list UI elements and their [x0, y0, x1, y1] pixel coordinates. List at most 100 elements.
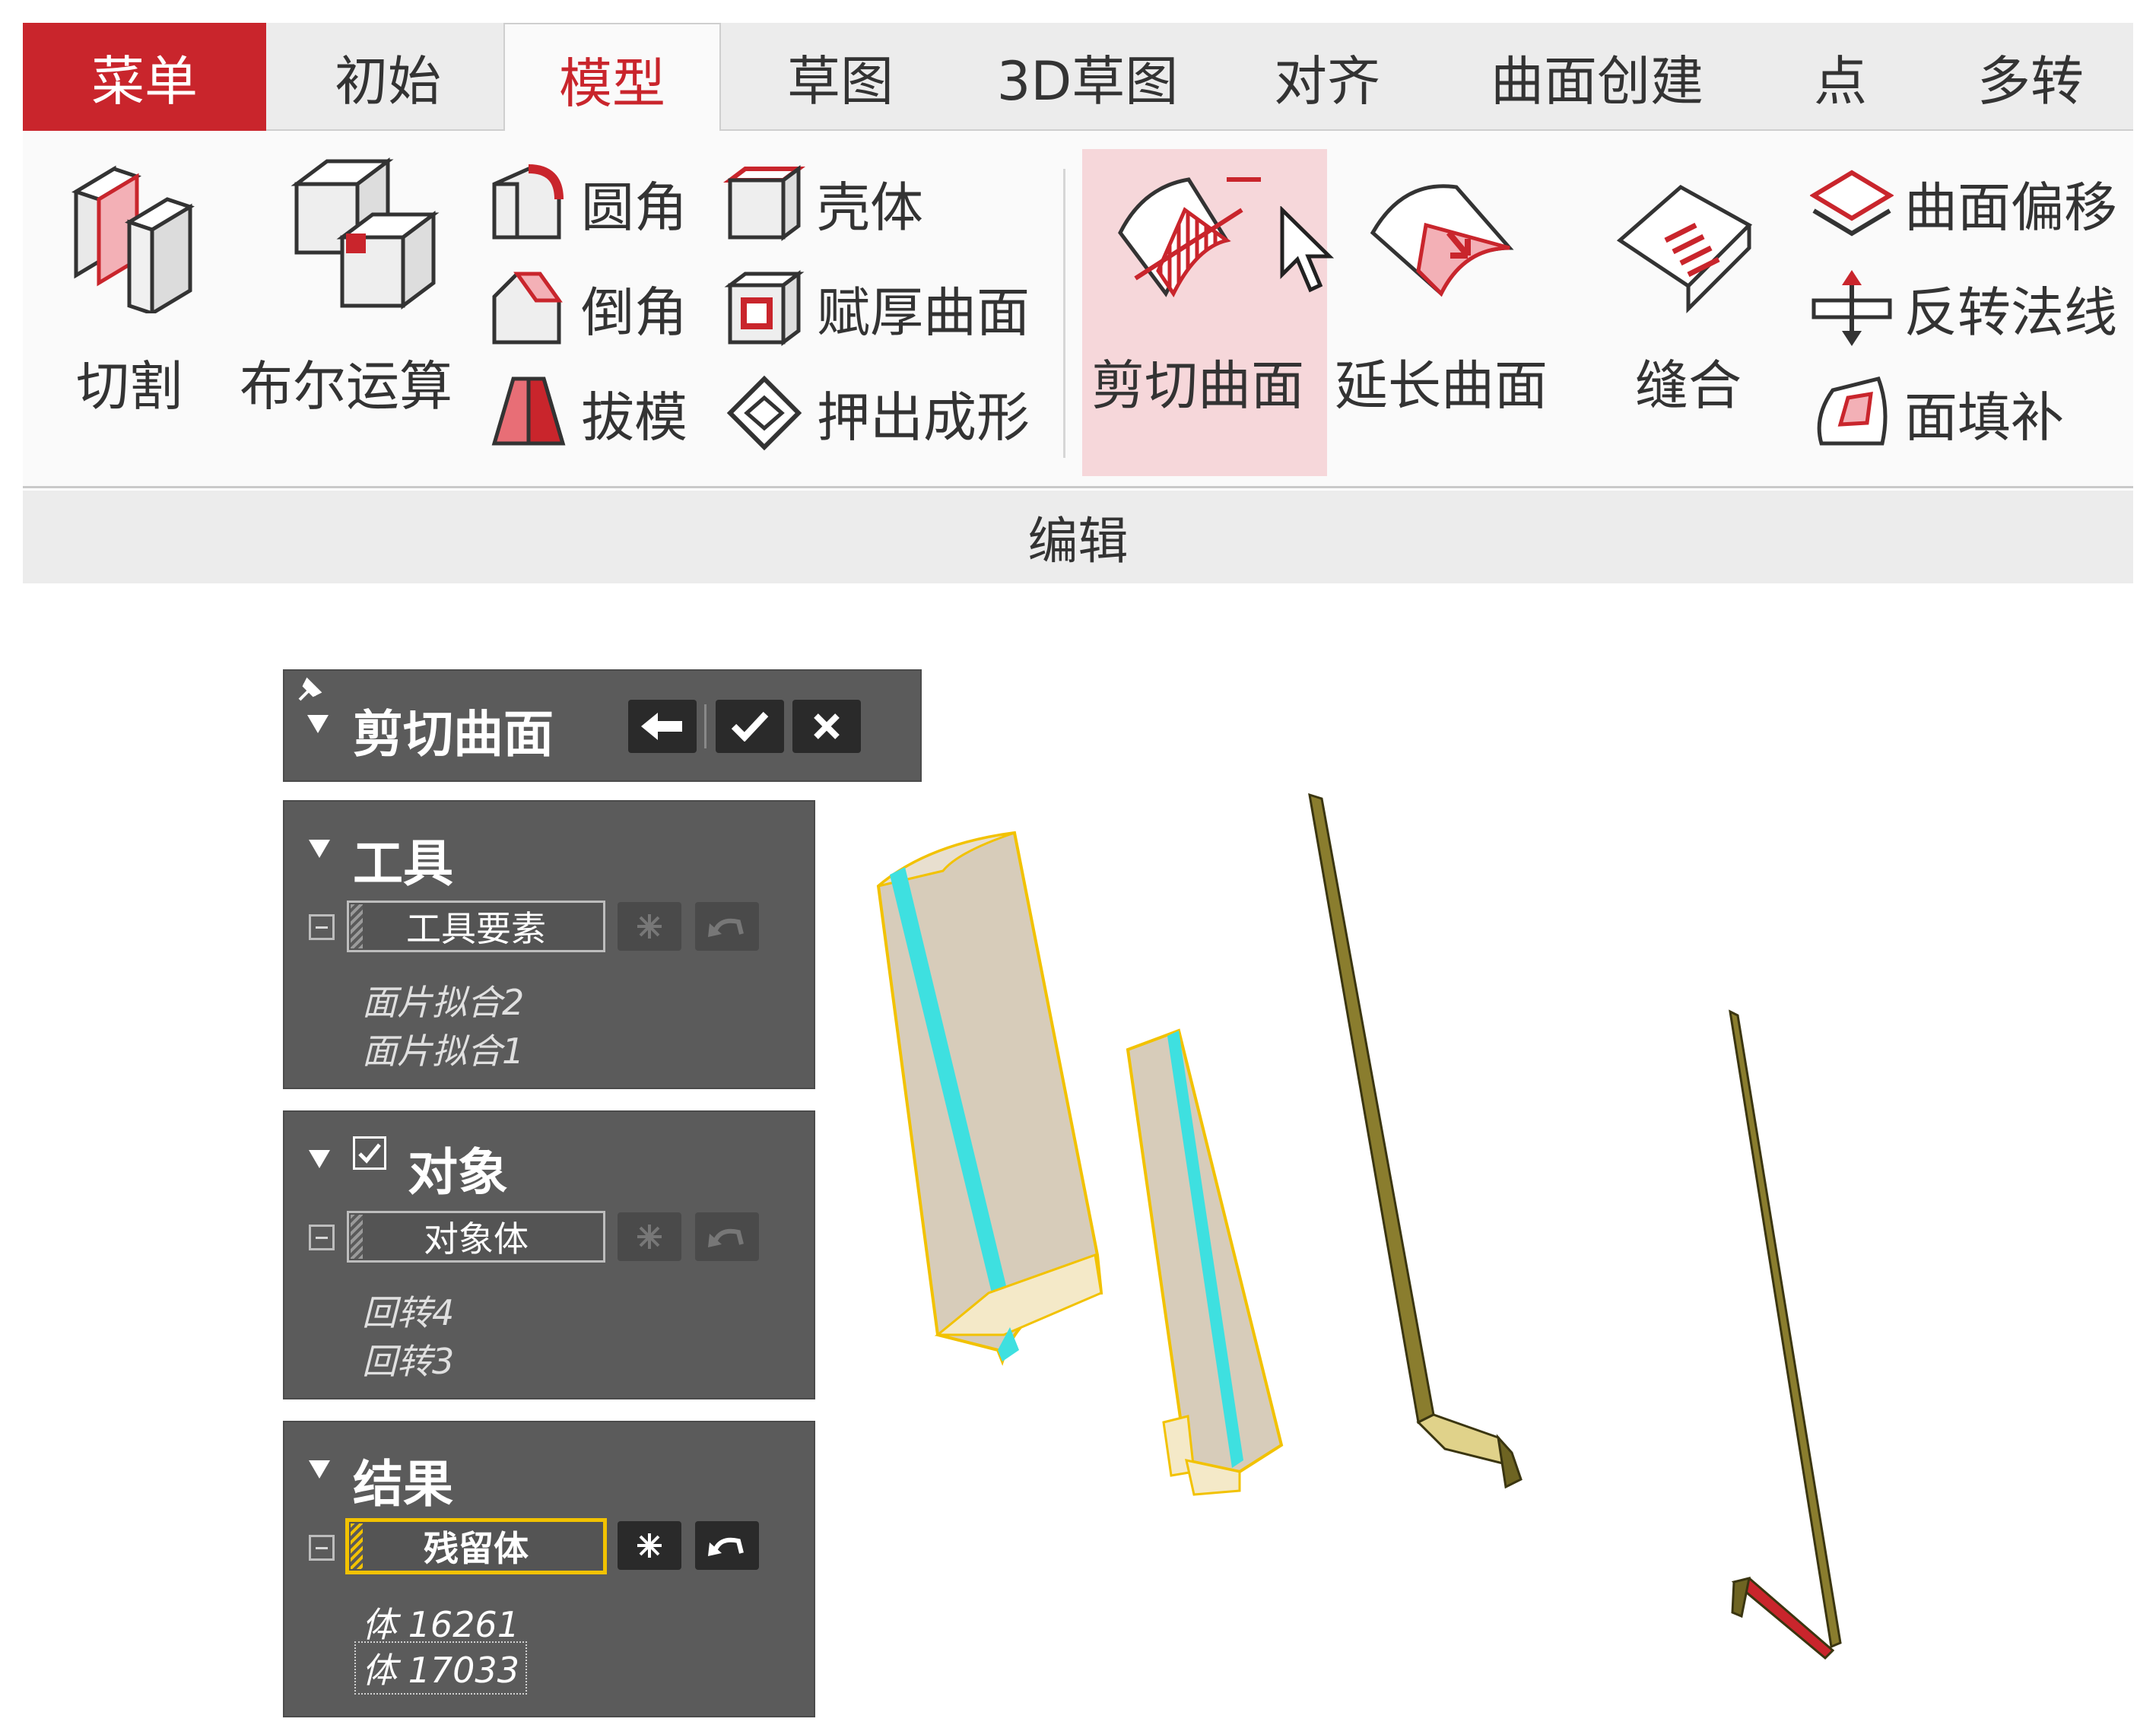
object-explode-button[interactable]	[618, 1212, 681, 1261]
tab-surface-create[interactable]: 曲面创建	[1453, 23, 1742, 131]
remaining-body-2[interactable]	[1126, 1028, 1284, 1496]
trim-surface-button[interactable]: 剪切曲面	[1082, 149, 1335, 476]
cut-button[interactable]: 切割	[46, 154, 221, 458]
result-section: 结果 残留体 体 16261 体 17033	[283, 1421, 815, 1717]
shell-label: 壳体	[817, 176, 923, 239]
tab-point[interactable]: 点	[1749, 23, 1932, 131]
confirm-button[interactable]	[716, 700, 784, 753]
object-list-collapse-icon[interactable]	[309, 1225, 335, 1250]
object-section-checkbox[interactable]	[353, 1136, 386, 1170]
fill-face-button[interactable]: 面填补	[1810, 371, 2064, 455]
shell-button[interactable]: 壳体	[722, 161, 923, 245]
collapse-dialog-icon[interactable]	[307, 715, 329, 733]
extrude-form-label: 押出成形	[817, 386, 1030, 449]
tab-menu[interactable]: 菜单	[23, 23, 266, 131]
chamfer-icon	[492, 272, 563, 345]
tab-sketch[interactable]: 草图	[730, 23, 951, 131]
pin-icon[interactable]	[292, 677, 322, 707]
result-explode-button[interactable]	[618, 1521, 681, 1570]
extend-surface-button[interactable]: 延长曲面	[1335, 149, 1563, 476]
tab-model[interactable]: 模型	[503, 23, 721, 134]
result-undo-button[interactable]	[695, 1521, 759, 1570]
list-item-selected[interactable]: 体 17033	[354, 1641, 527, 1695]
back-button[interactable]	[628, 700, 697, 753]
result-section-title: 结果	[353, 1455, 453, 1514]
list-item[interactable]: 面片拟合2	[362, 975, 524, 1025]
tool-list-collapse-icon[interactable]	[309, 914, 335, 940]
cancel-button[interactable]	[792, 700, 861, 753]
tab-align[interactable]: 对齐	[1224, 23, 1430, 131]
boolean-button[interactable]: 布尔运算	[236, 154, 479, 458]
thicken-surface-button[interactable]: 赋厚曲面	[722, 266, 1030, 350]
remaining-body-field[interactable]: 残留体	[345, 1518, 607, 1574]
tab-more-label: 多转	[1977, 49, 2084, 113]
list-item[interactable]: 面片拟合1	[362, 1024, 524, 1074]
tab-more[interactable]: 多转	[1947, 23, 2133, 131]
tool-element-field[interactable]: 工具要素	[347, 901, 605, 952]
tab-menu-label: 菜单	[91, 49, 198, 113]
cut-label: 切割	[76, 355, 183, 418]
offset-surface-button[interactable]: 曲面偏移	[1810, 161, 2117, 245]
field-stripe	[351, 1215, 363, 1259]
field-stripe	[351, 904, 363, 948]
tool-explode-button[interactable]	[618, 902, 681, 951]
tab-model-label: 模型	[559, 52, 665, 115]
list-item[interactable]: 回转3	[362, 1334, 454, 1384]
fillet-button[interactable]: 圆角	[487, 161, 687, 245]
sew-button[interactable]: 缝合	[1574, 149, 1802, 476]
offset-surface-label: 曲面偏移	[1904, 176, 2117, 239]
draft-button[interactable]: 拔模	[487, 371, 687, 455]
tool-section: 工具 工具要素 面片拟合2 面片拟合1	[283, 800, 815, 1089]
list-item[interactable]: 回转4	[362, 1285, 454, 1336]
remaining-body-3[interactable]	[1308, 793, 1523, 1489]
boolean-label: 布尔运算	[240, 355, 452, 418]
ribbon-panel: 切割 布尔运算 圆角 倒角 拔模 壳体 赋厚曲面 押出成形 剪切曲面 延长曲面 …	[23, 131, 2133, 488]
sew-label: 缝合	[1635, 354, 1742, 417]
tab-3d-sketch[interactable]: 3D草图	[966, 23, 1209, 131]
tab-initial[interactable]: 初始	[274, 23, 502, 131]
tab-surface-create-label: 曲面创建	[1491, 49, 1704, 113]
ribbon-separator	[1063, 169, 1065, 458]
ribbon-tab-bar: 菜单 初始 模型 草图 3D草图 对齐 曲面创建 点 多转	[23, 23, 2133, 134]
remaining-body-4[interactable]	[1729, 1009, 1842, 1660]
chamfer-button[interactable]: 倒角	[487, 266, 687, 350]
list-item[interactable]: 体 16261	[362, 1597, 519, 1647]
undo-icon	[708, 918, 744, 937]
ribbon-group-label: 编辑	[23, 491, 2133, 583]
trim-surface-icon	[1118, 177, 1261, 297]
result-section-collapse-icon[interactable]	[309, 1460, 330, 1479]
explode-icon	[637, 914, 662, 939]
offset-surface-icon	[1810, 170, 1894, 237]
fillet-label: 圆角	[581, 176, 687, 239]
edit-group-label: 编辑	[1027, 512, 1129, 570]
undo-icon	[708, 1537, 744, 1556]
object-body-field[interactable]: 对象体	[347, 1211, 605, 1263]
remaining-body-1[interactable]	[876, 831, 1103, 1366]
3d-viewport[interactable]	[837, 761, 2156, 1725]
explode-icon	[637, 1533, 662, 1558]
thicken-surface-icon	[724, 270, 805, 346]
object-section-title: 对象	[408, 1143, 508, 1202]
trim-surface-label: 剪切曲面	[1091, 354, 1304, 417]
boolean-icon	[291, 157, 440, 310]
fillet-icon	[492, 164, 564, 240]
trim-surface-dialog-header: 剪切曲面	[283, 669, 922, 782]
object-section: 对象 对象体 回转4 回转3	[283, 1110, 815, 1399]
tab-3d-sketch-label: 3D草图	[996, 49, 1179, 113]
result-list-collapse-icon[interactable]	[309, 1535, 335, 1561]
fill-face-label: 面填补	[1904, 386, 2064, 449]
object-undo-button[interactable]	[695, 1212, 759, 1261]
object-section-collapse-icon[interactable]	[309, 1150, 330, 1168]
tool-section-title: 工具	[353, 834, 453, 893]
flip-normal-label: 反转法线	[1904, 281, 2117, 344]
extrude-form-button[interactable]: 押出成形	[722, 371, 1030, 455]
extrude-form-icon	[726, 375, 802, 451]
draft-label: 拔模	[581, 386, 687, 449]
tool-section-collapse-icon[interactable]	[309, 840, 330, 858]
tool-undo-button[interactable]	[695, 902, 759, 951]
checkmark-icon	[358, 1143, 381, 1164]
remaining-body-field-label: 残留体	[424, 1528, 529, 1569]
flip-normal-button[interactable]: 反转法线	[1810, 266, 2117, 350]
tab-point-label: 点	[1814, 49, 1867, 113]
explode-icon	[637, 1225, 662, 1249]
